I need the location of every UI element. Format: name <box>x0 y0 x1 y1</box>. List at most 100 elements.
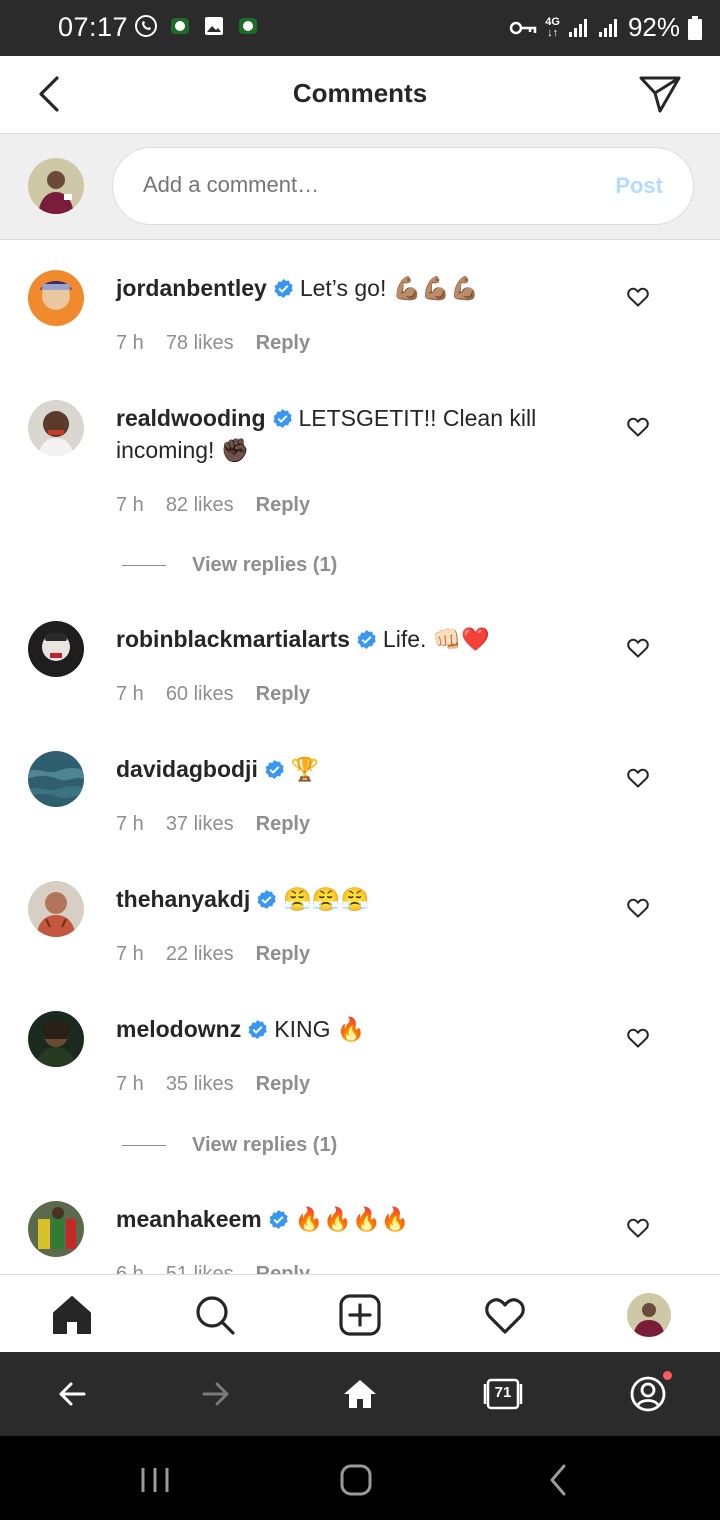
comment-meta: 7 h 22 likes Reply <box>116 943 310 966</box>
username[interactable]: davidagbodji <box>116 756 258 782</box>
like-count[interactable]: 78 likes <box>166 332 234 355</box>
search-icon[interactable] <box>193 1293 237 1337</box>
like-count[interactable]: 22 likes <box>166 943 234 966</box>
battery-icon <box>688 15 702 40</box>
divider-line <box>122 565 166 566</box>
avatar[interactable] <box>28 621 84 677</box>
signal-icon-2 <box>598 18 617 37</box>
signal-icon <box>568 18 587 37</box>
comment-meta: 7 h 60 likes Reply <box>116 683 310 706</box>
comment-content: Life. 👊🏻❤️ <box>382 626 491 652</box>
comment-text: realdwooding LETSGETIT!! Clean kill incom… <box>116 402 596 466</box>
comment-content: 😤😤😤 <box>283 886 370 912</box>
heart-outline-icon[interactable] <box>626 415 650 439</box>
reply-button[interactable]: Reply <box>256 813 310 836</box>
comment-time: 7 h <box>116 494 144 516</box>
comment-meta: 7 h 82 likes Reply <box>116 494 310 517</box>
bottom-navigation <box>0 1274 720 1352</box>
tabs-button[interactable]: 71 <box>483 1374 523 1414</box>
paper-plane-icon[interactable] <box>638 74 682 114</box>
username[interactable]: melodownz <box>116 1016 241 1042</box>
comment-field[interactable]: Post <box>112 147 694 225</box>
like-count[interactable]: 82 likes <box>166 494 234 517</box>
avatar[interactable] <box>28 751 84 807</box>
comment-content: 🏆 <box>290 756 320 782</box>
network-type: 4G ↓↑ <box>545 15 560 39</box>
comment-time: 7 h <box>116 1073 144 1095</box>
tab-count: 71 <box>494 1384 512 1401</box>
heart-outline-icon[interactable] <box>626 285 650 309</box>
gallery-icon <box>205 17 223 35</box>
view-replies-label[interactable]: View replies (1) <box>192 1134 337 1157</box>
comment-text: jordanbentley Let’s go! 💪🏽💪🏽💪🏽 <box>116 272 596 304</box>
comment-text: robinblackmartialarts Life. 👊🏻❤️ <box>116 623 596 655</box>
battery-percent: 92% <box>627 12 680 42</box>
status-time: 07:17 <box>58 12 129 42</box>
recents-icon[interactable] <box>137 1462 173 1498</box>
avatar[interactable] <box>28 881 84 937</box>
whatsapp-icon <box>135 15 157 37</box>
comment-content: 🔥🔥🔥🔥 <box>294 1206 410 1232</box>
username[interactable]: meanhakeem <box>116 1206 262 1232</box>
notification-icons <box>134 14 260 38</box>
view-replies-label[interactable]: View replies (1) <box>192 554 337 577</box>
home-icon[interactable] <box>50 1293 94 1337</box>
verified-badge-icon <box>248 1019 267 1040</box>
reply-button[interactable]: Reply <box>256 1073 310 1096</box>
browser-forward-icon[interactable] <box>196 1374 236 1414</box>
profile-avatar[interactable] <box>627 1293 671 1337</box>
username[interactable]: jordanbentley <box>116 275 267 301</box>
heart-outline-icon[interactable] <box>626 1026 650 1050</box>
comment-meta: 7 h 37 likes Reply <box>116 813 310 836</box>
avatar[interactable] <box>28 1201 84 1257</box>
system-status: 4G ↓↑ 92% <box>509 12 702 43</box>
reply-button[interactable]: Reply <box>256 943 310 966</box>
comment-time: 7 h <box>116 813 144 835</box>
comment-meta: 7 h 35 likes Reply <box>116 1073 310 1096</box>
username[interactable]: thehanyakdj <box>116 886 250 912</box>
avatar[interactable] <box>28 400 84 456</box>
heart-outline-icon[interactable] <box>626 766 650 790</box>
account-button[interactable] <box>628 1371 672 1414</box>
divider-line <box>122 1145 166 1146</box>
username[interactable]: realdwooding <box>116 405 266 431</box>
my-avatar <box>28 158 84 214</box>
comment-meta: 7 h 78 likes Reply <box>116 332 310 355</box>
reply-button[interactable]: Reply <box>256 494 310 517</box>
avatar[interactable] <box>28 270 84 326</box>
reply-button[interactable]: Reply <box>256 332 310 355</box>
system-home-icon[interactable] <box>338 1462 374 1498</box>
heart-outline-icon[interactable] <box>626 896 650 920</box>
activity-heart-icon[interactable] <box>483 1293 527 1337</box>
app-badge-icon <box>171 18 189 34</box>
new-post-icon[interactable] <box>338 1293 382 1337</box>
comment-text: davidagbodji 🏆 <box>116 753 596 785</box>
like-count[interactable]: 37 likes <box>166 813 234 836</box>
comment-content: Let’s go! 💪🏽💪🏽💪🏽 <box>299 275 479 301</box>
like-count[interactable]: 60 likes <box>166 683 234 706</box>
vpn-key-icon <box>510 21 537 34</box>
comment-time: 7 h <box>116 332 144 354</box>
avatar[interactable] <box>28 1011 84 1067</box>
reply-button[interactable]: Reply <box>256 683 310 706</box>
post-button[interactable]: Post <box>615 173 663 199</box>
view-replies-button[interactable]: View replies (1) <box>122 554 337 577</box>
comment-meta: 6 h 51 likes Reply <box>116 1263 310 1274</box>
view-replies-button[interactable]: View replies (1) <box>122 1134 337 1157</box>
system-navigation <box>0 1436 720 1520</box>
comments-header: Comments <box>0 56 720 134</box>
like-count[interactable]: 35 likes <box>166 1073 234 1096</box>
verified-badge-icon <box>274 278 293 299</box>
heart-outline-icon[interactable] <box>626 1216 650 1240</box>
comment-input[interactable] <box>143 172 563 198</box>
app-badge-icon-2 <box>239 18 257 34</box>
browser-home-icon[interactable] <box>340 1374 380 1414</box>
heart-outline-icon[interactable] <box>626 636 650 660</box>
reply-button[interactable]: Reply <box>256 1263 310 1274</box>
like-count[interactable]: 51 likes <box>166 1263 234 1274</box>
verified-badge-icon <box>273 408 292 429</box>
verified-badge-icon <box>257 889 276 910</box>
username[interactable]: robinblackmartialarts <box>116 626 350 652</box>
browser-back-icon[interactable] <box>52 1374 92 1414</box>
system-back-icon[interactable] <box>540 1462 576 1498</box>
